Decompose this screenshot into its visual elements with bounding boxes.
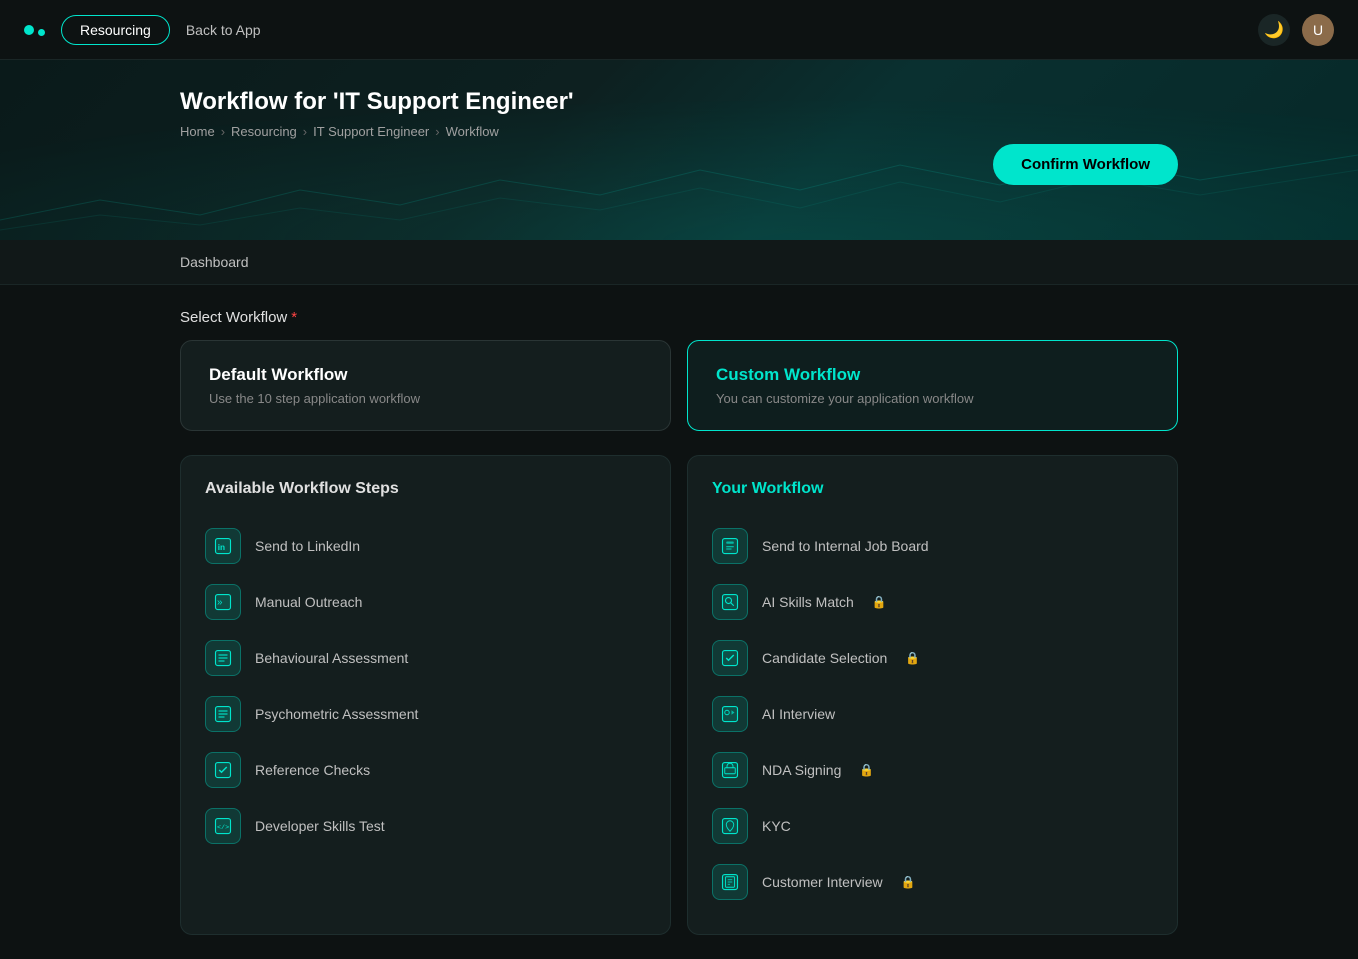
svg-text:»: » xyxy=(217,597,223,608)
available-steps-panel: Available Workflow Steps in Send to Link… xyxy=(180,455,671,935)
manual-outreach-icon: » xyxy=(205,584,241,620)
step-reference[interactable]: Reference Checks xyxy=(205,742,646,798)
ai-skills-lock-icon: 🔒 xyxy=(872,595,887,609)
breadcrumb-sep-1: › xyxy=(221,124,225,139)
nda-lock-icon: 🔒 xyxy=(859,763,874,777)
dashboard-bar: Dashboard xyxy=(0,240,1358,285)
logo xyxy=(24,23,45,36)
step-dev-skills[interactable]: </> Developer Skills Test xyxy=(205,798,646,854)
default-workflow-card[interactable]: Default Workflow Use the 10 step applica… xyxy=(180,340,671,431)
step-reference-label: Reference Checks xyxy=(255,762,370,778)
logo-dot-2 xyxy=(38,29,45,36)
custom-workflow-desc: You can customize your application workf… xyxy=(716,391,1149,406)
step-behavioural[interactable]: Behavioural Assessment xyxy=(205,630,646,686)
navbar-right: 🌙 U xyxy=(1258,14,1334,46)
default-workflow-desc: Use the 10 step application workflow xyxy=(209,391,642,406)
hero-content: Workflow for 'IT Support Engineer' Home … xyxy=(180,88,993,139)
confirm-workflow-button[interactable]: Confirm Workflow xyxy=(993,144,1178,185)
svg-text:</>: </> xyxy=(217,824,229,832)
candidate-selection-lock-icon: 🔒 xyxy=(905,651,920,665)
breadcrumb-resourcing: Resourcing xyxy=(231,124,297,139)
yw-nda[interactable]: NDA Signing 🔒 xyxy=(712,742,1153,798)
main-content: Select Workflow * Default Workflow Use t… xyxy=(0,285,1358,959)
bottom-panels: Available Workflow Steps in Send to Link… xyxy=(180,455,1178,935)
yw-customer-interview-label: Customer Interview xyxy=(762,874,883,890)
nda-icon xyxy=(712,752,748,788)
linkedin-icon: in xyxy=(205,528,241,564)
step-psychometric[interactable]: Psychometric Assessment xyxy=(205,686,646,742)
yw-candidate-selection-label: Candidate Selection xyxy=(762,650,887,666)
workflow-cards: Default Workflow Use the 10 step applica… xyxy=(180,340,1178,431)
yw-customer-interview[interactable]: Customer Interview 🔒 xyxy=(712,854,1153,910)
yw-internal-job-board-label: Send to Internal Job Board xyxy=(762,538,929,554)
select-workflow-section: Select Workflow * Default Workflow Use t… xyxy=(180,309,1178,431)
dev-skills-icon: </> xyxy=(205,808,241,844)
hero-section: Workflow for 'IT Support Engineer' Home … xyxy=(0,60,1358,240)
yw-internal-job-board[interactable]: Send to Internal Job Board xyxy=(712,518,1153,574)
yw-ai-skills[interactable]: AI Skills Match 🔒 xyxy=(712,574,1153,630)
navbar: Resourcing Back to App 🌙 U xyxy=(0,0,1358,60)
theme-toggle-button[interactable]: 🌙 xyxy=(1258,14,1290,46)
breadcrumb-workflow: Workflow xyxy=(446,124,499,139)
yw-nda-label: NDA Signing xyxy=(762,762,841,778)
available-steps-title: Available Workflow Steps xyxy=(205,480,646,498)
psychometric-icon xyxy=(205,696,241,732)
default-workflow-title: Default Workflow xyxy=(209,365,642,385)
step-manual-outreach[interactable]: » Manual Outreach xyxy=(205,574,646,630)
yw-kyc-label: KYC xyxy=(762,818,791,834)
candidate-selection-icon xyxy=(712,640,748,676)
breadcrumb-sep-2: › xyxy=(303,124,307,139)
customer-interview-lock-icon: 🔒 xyxy=(901,875,916,889)
custom-workflow-title: Custom Workflow xyxy=(716,365,1149,385)
yw-candidate-selection[interactable]: Candidate Selection 🔒 xyxy=(712,630,1153,686)
breadcrumb-position: IT Support Engineer xyxy=(313,124,429,139)
avatar[interactable]: U xyxy=(1302,14,1334,46)
required-indicator: * xyxy=(291,309,297,326)
yw-ai-interview[interactable]: AI Interview xyxy=(712,686,1153,742)
step-linkedin-label: Send to LinkedIn xyxy=(255,538,360,554)
customer-interview-icon xyxy=(712,864,748,900)
yw-ai-skills-label: AI Skills Match xyxy=(762,594,854,610)
logo-dot-1 xyxy=(24,25,34,35)
page-title: Workflow for 'IT Support Engineer' xyxy=(180,88,993,116)
your-workflow-panel: Your Workflow Send to Internal Job Board… xyxy=(687,455,1178,935)
step-psychometric-label: Psychometric Assessment xyxy=(255,706,418,722)
ai-skills-icon xyxy=(712,584,748,620)
back-to-app-link[interactable]: Back to App xyxy=(186,22,261,38)
custom-workflow-card[interactable]: Custom Workflow You can customize your a… xyxy=(687,340,1178,431)
breadcrumb: Home › Resourcing › IT Support Engineer … xyxy=(180,124,993,139)
step-linkedin[interactable]: in Send to LinkedIn xyxy=(205,518,646,574)
resourcing-button[interactable]: Resourcing xyxy=(61,15,170,45)
your-workflow-title: Your Workflow xyxy=(712,480,1153,498)
step-manual-outreach-label: Manual Outreach xyxy=(255,594,362,610)
ai-interview-icon xyxy=(712,696,748,732)
yw-ai-interview-label: AI Interview xyxy=(762,706,835,722)
breadcrumb-sep-3: › xyxy=(435,124,439,139)
svg-text:in: in xyxy=(218,543,225,552)
internal-job-board-icon xyxy=(712,528,748,564)
dashboard-label: Dashboard xyxy=(180,254,249,270)
select-workflow-label: Select Workflow * xyxy=(180,309,1178,326)
reference-icon xyxy=(205,752,241,788)
step-behavioural-label: Behavioural Assessment xyxy=(255,650,408,666)
kyc-icon xyxy=(712,808,748,844)
step-dev-skills-label: Developer Skills Test xyxy=(255,818,385,834)
behavioural-icon xyxy=(205,640,241,676)
yw-kyc[interactable]: KYC xyxy=(712,798,1153,854)
breadcrumb-home: Home xyxy=(180,124,215,139)
